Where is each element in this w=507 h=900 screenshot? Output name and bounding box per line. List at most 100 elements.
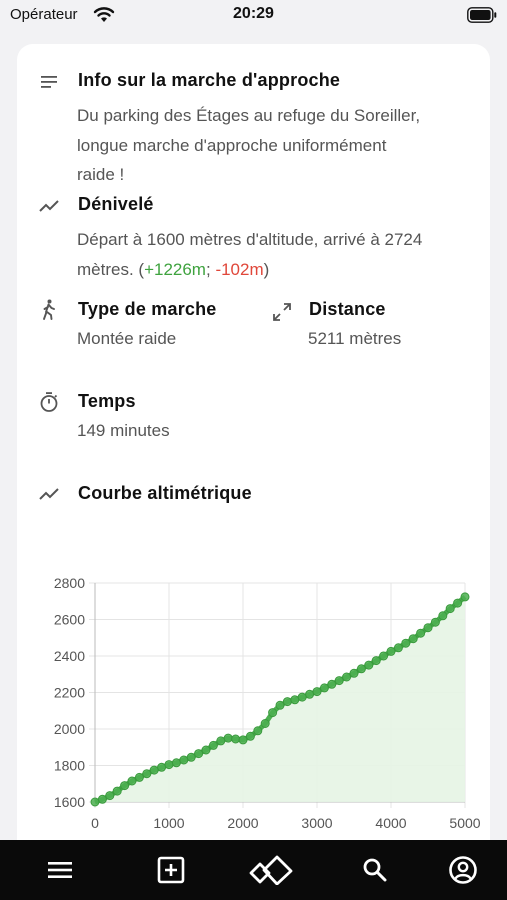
profile-button[interactable] (445, 852, 481, 888)
hiker-icon (43, 299, 55, 320)
elevation-title: Dénivelé (78, 194, 154, 214)
y-tick-label: 1800 (54, 758, 85, 774)
data-point (120, 781, 130, 791)
data-point (97, 794, 107, 804)
route-info-card: Info sur la marche d'approche Du parking… (17, 44, 490, 864)
y-tick-label: 2600 (54, 612, 85, 628)
y-tick-label: 2800 (54, 575, 85, 591)
time-value: 149 minutes (77, 421, 170, 440)
data-point (408, 634, 418, 644)
elevation-line-1: Départ à 1600 mètres d'altitude, arrivé … (77, 230, 423, 249)
mountain-logo-icon (249, 855, 293, 885)
distance-value: 5211 mètres (308, 329, 402, 348)
trend-icon (39, 200, 59, 212)
data-point (186, 752, 196, 762)
menu-button[interactable] (42, 852, 78, 888)
x-tick-label: 4000 (375, 815, 406, 831)
walk-type-value: Montée raide (77, 329, 177, 348)
data-point (179, 755, 189, 765)
data-point (401, 638, 411, 648)
bottom-nav-bar (0, 840, 507, 900)
data-point (208, 740, 218, 750)
profile-title: Courbe altimétrique (78, 483, 252, 503)
data-point (416, 628, 426, 638)
data-point (282, 697, 292, 707)
home-button[interactable] (247, 852, 295, 888)
x-tick-label: 5000 (449, 815, 480, 831)
account-circle-icon (449, 856, 477, 884)
status-bar: Opérateur 20:29 (0, 0, 507, 32)
elevation-line-2-prefix: mètres. ( (77, 259, 145, 279)
data-point (194, 749, 204, 759)
approach-title: Info sur la marche d'approche (78, 70, 341, 90)
data-point (342, 672, 352, 682)
x-tick-label: 2000 (227, 815, 258, 831)
data-point (275, 700, 285, 710)
elevation-loss: -102m (215, 259, 264, 279)
data-point (134, 772, 144, 782)
stopwatch-icon (40, 392, 58, 412)
data-point (297, 692, 307, 702)
data-point (460, 592, 470, 602)
approach-description: Du parking des Étages au refuge du Sorei… (77, 101, 477, 190)
data-point (171, 758, 181, 768)
data-point (112, 786, 122, 796)
data-point (231, 734, 241, 744)
approach-line-2: longue marche d'approche uniformément (77, 135, 387, 155)
data-point (105, 791, 115, 801)
elevation-profile-chart: 1600 1800 2000 2200 2400 2600 2800 0 1000 2000 300… (54, 575, 481, 831)
data-point (356, 664, 366, 674)
y-tick-label: 2000 (54, 721, 85, 737)
expand-arrows-icon (273, 303, 291, 321)
data-point (379, 651, 389, 661)
data-point (430, 617, 440, 627)
data-point (445, 604, 455, 614)
y-tick-label: 2400 (54, 648, 85, 664)
data-point (386, 646, 396, 656)
x-tick-label: 1000 (153, 815, 184, 831)
data-point (364, 660, 374, 670)
distance-title: Distance (309, 299, 386, 319)
approach-line-3: raide ! (77, 165, 125, 184)
x-tick-label: 3000 (301, 815, 332, 831)
data-point (319, 683, 329, 693)
data-point (290, 695, 300, 705)
data-point (438, 611, 448, 621)
data-point (90, 797, 100, 807)
data-point (201, 745, 211, 755)
hamburger-icon (48, 862, 72, 878)
data-point (268, 708, 278, 718)
data-point (216, 736, 226, 746)
data-point (453, 598, 463, 608)
data-point (238, 735, 248, 745)
data-point (260, 719, 270, 728)
data-point (327, 679, 337, 689)
approach-line-1: Du parking des Étages au refuge du Sorei… (77, 106, 421, 125)
walk-type-title: Type de marche (78, 299, 217, 319)
data-point (334, 676, 344, 686)
y-tick-label: 2200 (54, 685, 85, 701)
add-box-icon (157, 856, 185, 884)
trend-icon (39, 488, 59, 500)
data-point (423, 623, 433, 633)
elevation-line-2: mètres. (+1226m; -102m) (77, 255, 482, 285)
data-point (142, 769, 152, 779)
time-title: Temps (78, 391, 136, 411)
add-button[interactable] (153, 852, 189, 888)
elevation-gain: +1226m (144, 259, 206, 279)
data-point (127, 776, 137, 786)
data-point (312, 687, 322, 697)
search-icon (363, 858, 387, 882)
elevation-line-2-suffix: ) (263, 259, 270, 279)
data-point (157, 762, 167, 772)
data-point (223, 733, 233, 743)
data-point (371, 656, 381, 666)
data-point (245, 731, 255, 741)
data-point (149, 765, 159, 775)
data-point (164, 760, 174, 770)
data-point (253, 726, 263, 736)
clock: 20:29 (233, 5, 274, 22)
data-point (393, 643, 403, 653)
elevation-description: Départ à 1600 mètres d'altitude, arrivé … (77, 225, 482, 284)
search-button[interactable] (357, 852, 393, 888)
